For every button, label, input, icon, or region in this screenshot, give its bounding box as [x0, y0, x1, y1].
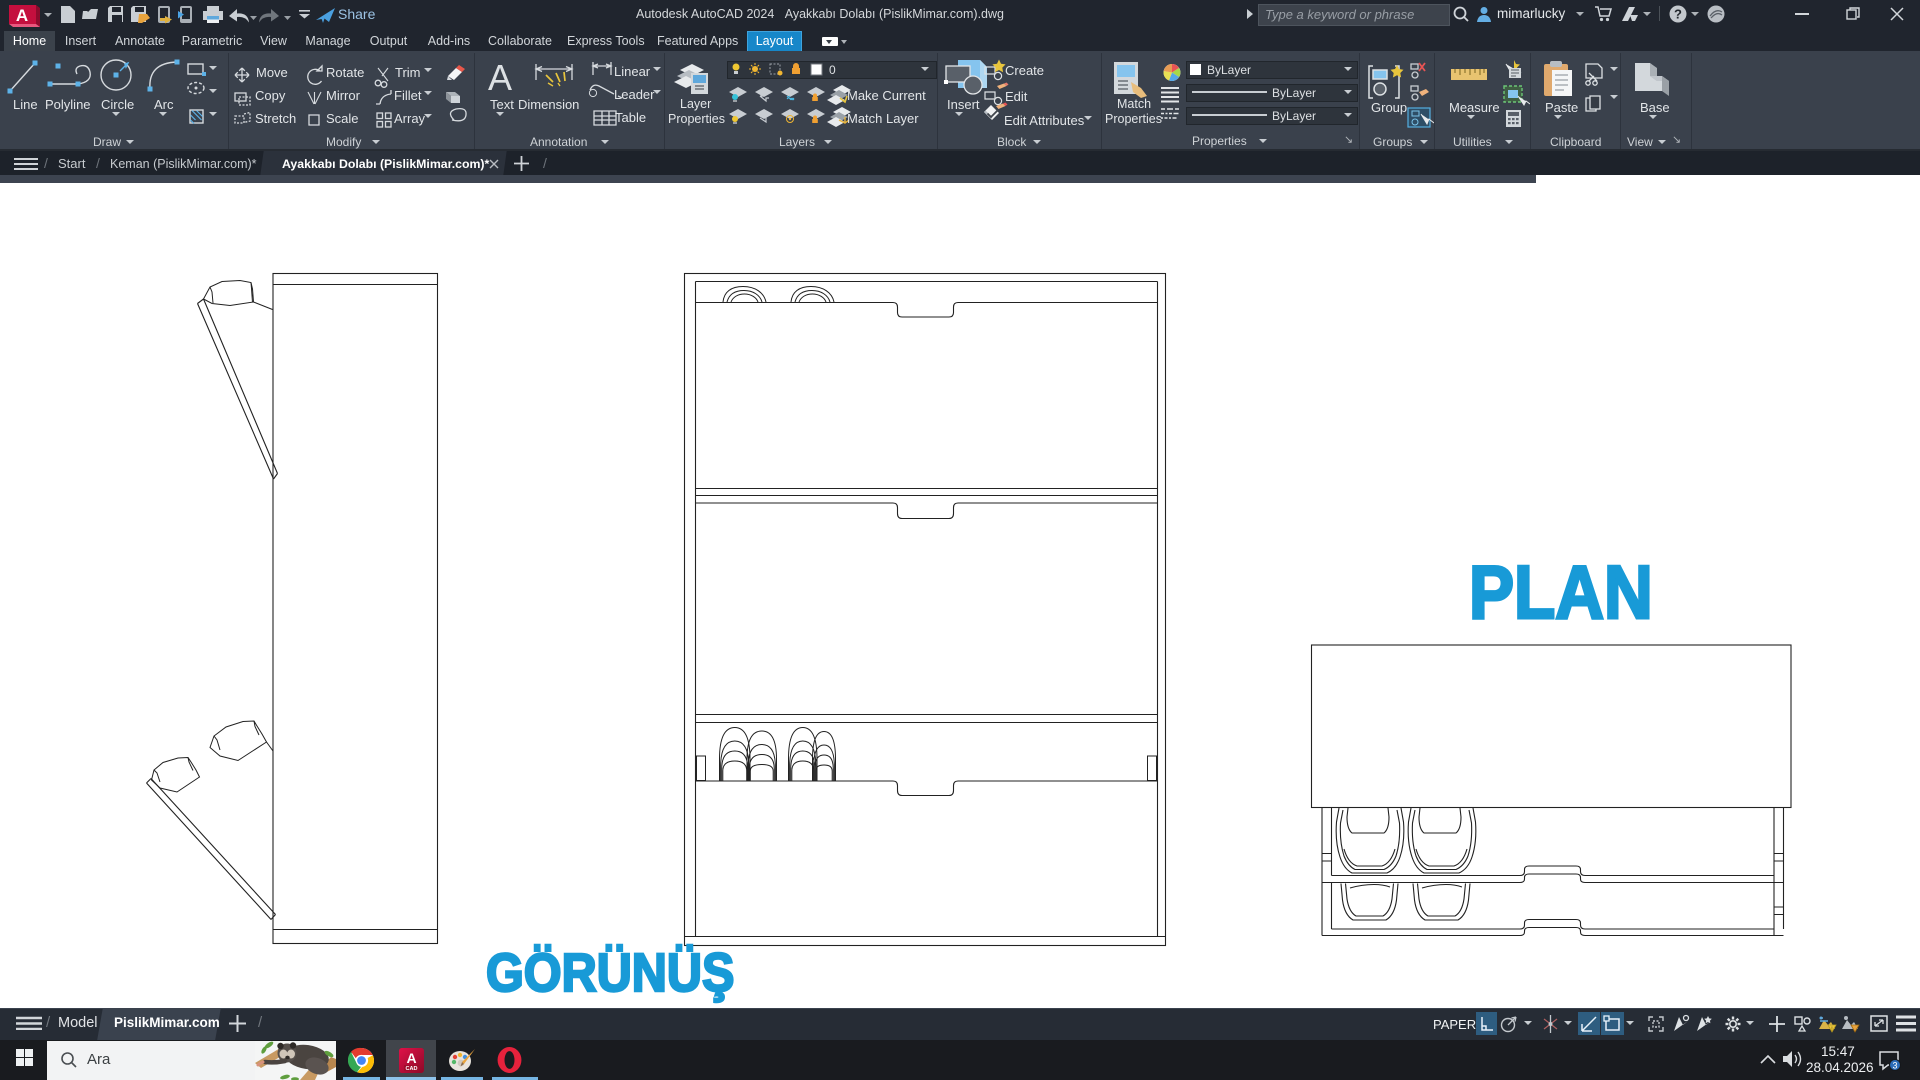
svg-text:?: ?: [1674, 7, 1682, 22]
svg-text:A: A: [488, 57, 512, 98]
svg-text:A: A: [406, 1050, 416, 1066]
svg-text:3: 3: [1892, 1061, 1897, 1071]
svg-text:A: A: [16, 6, 28, 25]
svg-text:CAD: CAD: [406, 1066, 418, 1072]
